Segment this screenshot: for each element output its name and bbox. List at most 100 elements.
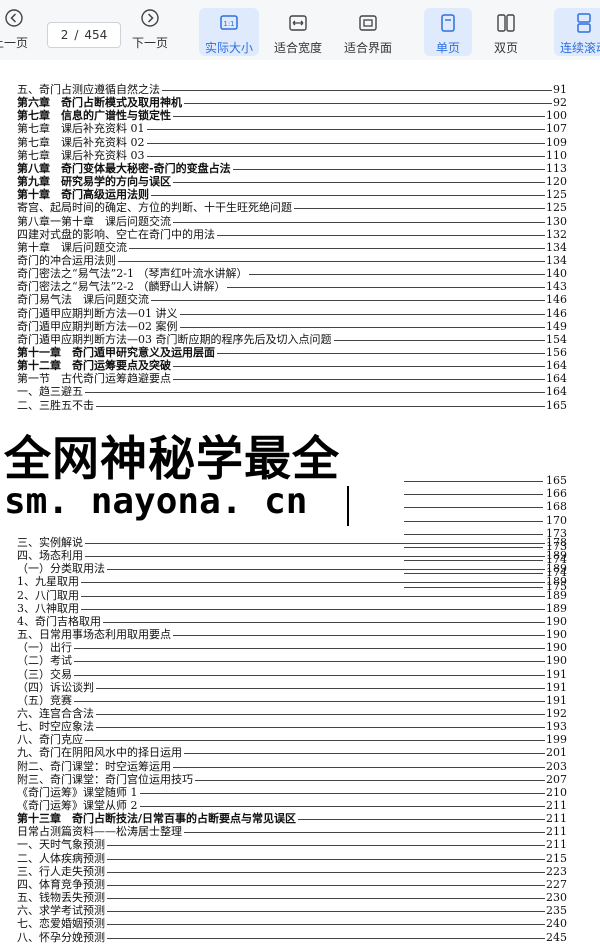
- actual-size-button[interactable]: 1:1 实际大小: [199, 8, 259, 56]
- toc-entry[interactable]: 奇门密法之“易气法”2-1 （琴声红叶流水讲解） 140: [17, 267, 567, 281]
- toc-entry[interactable]: 二、三胜五不击 165: [17, 398, 567, 412]
- toc-entry[interactable]: 第八章 奇门变体最大秘密-奇门的变盘占法 113: [17, 161, 567, 175]
- toc-entry[interactable]: 五、奇门占测应遵循自然之法 91: [17, 83, 567, 96]
- toc-entry[interactable]: 奇门密法之“易气法”2-2 （麟野山人讲解） 143: [17, 280, 567, 294]
- toc-entry[interactable]: 奇门遁甲应期判断方法—01 讲义 146: [17, 306, 567, 320]
- page-number-input[interactable]: 2 / 454: [47, 22, 121, 48]
- toc-entry-page: 170: [546, 513, 567, 527]
- toc-entry[interactable]: 附三、奇门课堂：奇门宫位运用技巧 207: [17, 772, 567, 786]
- toc-entry-title: 六、连宫合含法: [17, 706, 96, 720]
- toc-entry[interactable]: 第六章 奇门占断模式及取用神机 92: [17, 96, 567, 110]
- toc-leader-line: [404, 520, 543, 522]
- toc-entry[interactable]: 《奇门运筹》课堂从师 2 211: [17, 799, 567, 812]
- toc-entry[interactable]: 九、奇门在阴阳风水中的择日运用 201: [17, 746, 567, 760]
- toc-entry-page: 140: [545, 267, 567, 281]
- toc-leader-line: [404, 573, 543, 575]
- single-page-label: 单页: [435, 41, 460, 55]
- toc-entry[interactable]: 3、八神取用 189: [17, 601, 567, 615]
- toc-entry-page: 143: [545, 280, 567, 294]
- watermark-url: sm. nayona. cn: [4, 481, 308, 522]
- toc-entry[interactable]: 三、行人走失预测 223: [17, 864, 567, 878]
- toc-entry[interactable]: 第八章一第十章 课后问题交流 130: [17, 214, 567, 228]
- toc-entry[interactable]: 六、连宫合含法 192: [17, 706, 567, 720]
- fit-page-button[interactable]: 适合界面: [340, 8, 396, 56]
- toc-entry[interactable]: 二、人体疾病预测 215: [17, 851, 567, 865]
- toc-leader-line: [404, 586, 543, 588]
- double-page-button[interactable]: 双页: [484, 8, 528, 56]
- toc-entry[interactable]: 奇门的冲合运用法则 134: [17, 253, 567, 267]
- toc-entry[interactable]: 《奇门运筹》课堂随师 1 210: [17, 785, 567, 799]
- toc-entry[interactable]: 第十三章 奇门占断技法/日常百事的占断要点与常见误区 211: [17, 812, 567, 826]
- toc-obscured-row: 170: [404, 514, 567, 527]
- toc-entry-page: 168: [546, 500, 567, 514]
- toc-entry[interactable]: 奇门遁甲应期判断方法—02 案例 149: [17, 319, 567, 333]
- toc-entry[interactable]: 第七章 课后补充资料 01 107: [17, 122, 567, 136]
- toc-entry[interactable]: 四、体育竞争预测 227: [17, 877, 567, 891]
- toc-entry[interactable]: 附二、奇门课堂：时空运筹运用 203: [17, 759, 567, 773]
- toc-entry-title: 第七章 课后补充资料 01: [17, 122, 147, 136]
- single-page-icon: [441, 14, 455, 32]
- toc-leader-line: [404, 481, 543, 482]
- page-separator: /: [74, 28, 79, 42]
- toc-entry-title: 奇门遁甲应期判断方法—02 案例: [17, 319, 180, 333]
- toc-entry[interactable]: 奇门易气法 课后问题交流 146: [17, 293, 567, 307]
- toc-entry[interactable]: 第一节 古代奇门运筹趋避要点 164: [17, 372, 567, 386]
- toc-entry-page: 215: [545, 851, 567, 865]
- toc-entry-page: 235: [545, 904, 567, 918]
- toc-entry[interactable]: 第十章 课后问题交流 134: [17, 240, 567, 254]
- toc-entry-title: 五、奇门占测应遵循自然之法: [17, 83, 162, 96]
- toc-entry[interactable]: 五、日常用事场态利用取用要点 190: [17, 628, 567, 642]
- toc-entry-title: 四建对式盘的影响、空亡在奇门中的用法: [17, 227, 217, 241]
- toc-entry-title: 4、奇门吉格取用: [17, 614, 103, 628]
- toc-entry[interactable]: 一、趋三避五 164: [17, 385, 567, 399]
- fit-width-icon: [289, 15, 307, 31]
- toc-entry[interactable]: 奇门遁甲应期判断方法—03 奇门断应期的程序先后及切入点问题 154: [17, 332, 567, 346]
- toc-entry[interactable]: （一）出行 190: [17, 641, 567, 655]
- toc-entry[interactable]: 第十章 奇门高级运用法则 125: [17, 188, 567, 202]
- toc-entry-page: 125: [545, 201, 567, 215]
- toc-entry[interactable]: 第七章 信息的广谱性与锁定性 100: [17, 109, 567, 123]
- toc-entry-page: 173: [546, 526, 567, 540]
- toc-entry-page: 191: [545, 693, 567, 707]
- toc-entry-title: （三）交易: [17, 667, 74, 681]
- next-page-button[interactable]: 下一页: [128, 8, 172, 56]
- continuous-scroll-button[interactable]: 连续滚动: [554, 8, 600, 56]
- fit-width-button[interactable]: 适合宽度: [270, 8, 326, 56]
- toc-entry[interactable]: 第十二章 奇门运筹要点及突破 164: [17, 359, 567, 373]
- prev-page-button[interactable]: 上一页: [0, 8, 34, 56]
- toc-entry[interactable]: 第九章 研究易学的方向与误区 120: [17, 175, 567, 189]
- toc-entry[interactable]: （四）诉讼谈判 191: [17, 680, 567, 694]
- toc-entry[interactable]: 八、奇门克应 199: [17, 733, 567, 747]
- toc-entry[interactable]: 七、时空应象法 193: [17, 720, 567, 734]
- toc-entry-title: 第一节 古代奇门运筹趋避要点: [17, 372, 173, 386]
- toc-entry[interactable]: 四建对式盘的影响、空亡在奇门中的用法 132: [17, 227, 567, 241]
- toc-entry[interactable]: 第七章 课后补充资料 03 110: [17, 148, 567, 162]
- toc-entry-page: 164: [545, 372, 567, 386]
- toc-entry[interactable]: 第十一章 奇门遁甲研究意义及运用层面 156: [17, 346, 567, 359]
- toc-entry[interactable]: 六、求学考试预测 235: [17, 904, 567, 918]
- toc-entry[interactable]: 第七章 课后补充资料 02 109: [17, 135, 567, 149]
- toc-entry[interactable]: 寄宫、起局时间的确定、方位的判断、十干生旺死绝问题 125: [17, 201, 567, 215]
- toc-entry-title: 二、人体疾病预测: [17, 851, 107, 865]
- toc-entry-title: 九、奇门在阴阳风水中的择日运用: [17, 746, 184, 760]
- toc-entry-page: 149: [545, 319, 567, 333]
- single-page-button[interactable]: 单页: [424, 8, 472, 56]
- toc-entry[interactable]: 4、奇门吉格取用 190: [17, 614, 567, 628]
- toc-entry[interactable]: （三）交易 191: [17, 667, 567, 681]
- toc-entry[interactable]: （五）竞赛 191: [17, 693, 567, 707]
- toc-entry-title: 一、天时气象预测: [17, 838, 107, 852]
- toc-entry[interactable]: 七、恋爱婚姻预测 240: [17, 917, 567, 931]
- toc-entry-title: 奇门遁甲应期判断方法—03 奇门断应期的程序先后及切入点问题: [17, 332, 334, 346]
- toc-entry-page: 92: [552, 96, 567, 110]
- toc-entry-title: 奇门密法之“易气法”2-1 （琴声红叶流水讲解）: [17, 267, 250, 281]
- toc-entry-page: 164: [545, 359, 567, 373]
- toc-entry[interactable]: （二）考试 190: [17, 654, 567, 668]
- toc-entry-title: 五、日常用事场态利用取用要点: [17, 628, 173, 642]
- toc-entry-page: 240: [545, 917, 567, 931]
- toc-entry[interactable]: 八、怀孕分娩预测 245: [17, 930, 567, 944]
- continuous-scroll-icon: [577, 13, 591, 33]
- toc-entry[interactable]: 日常占测篇资料——松涛居士整理 211: [17, 825, 567, 839]
- toc-entry[interactable]: 五、钱物丢失预测 230: [17, 891, 567, 905]
- toc-leader-line: [404, 533, 543, 535]
- toc-entry[interactable]: 一、天时气象预测 211: [17, 838, 567, 852]
